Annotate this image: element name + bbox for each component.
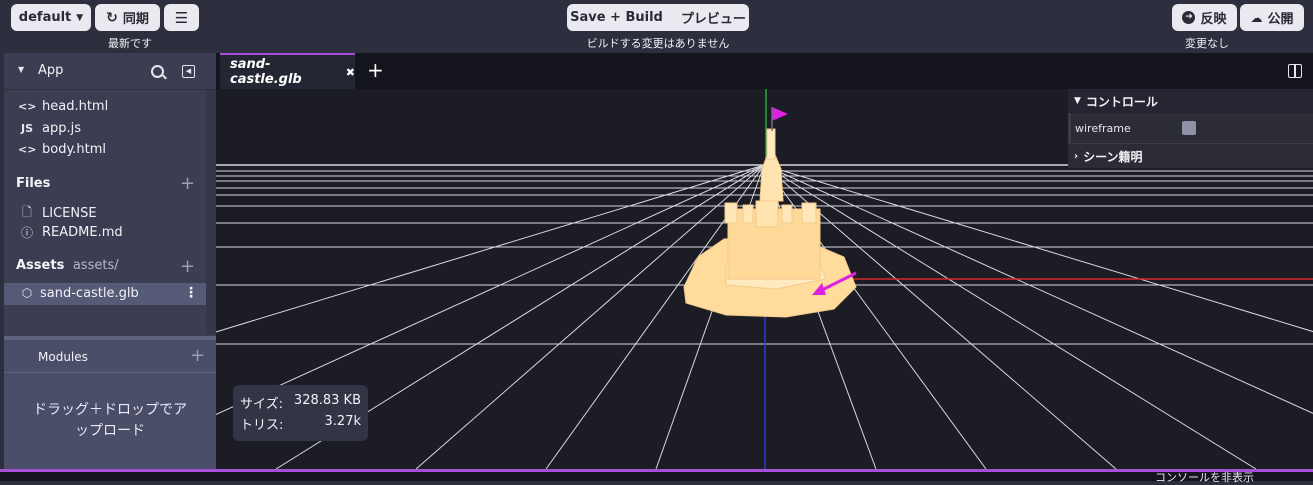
assets-section-title: Assets assets/ [16,258,119,273]
top-toolbar: default ▼ ↻ 同期 ☰ 最新です Save + Build プレビュー… [0,0,1313,52]
tris-value: 3.27k [324,414,361,429]
file-item-license[interactable]: 🗋 LICENSE [18,203,97,224]
tab-label: sand-castle.glb [230,57,302,87]
sidebar-divider [4,89,216,90]
file-name: head.html [42,99,109,114]
branch-dropdown[interactable]: default ▼ [11,4,91,31]
publish-button[interactable]: ☁ 公開 [1240,4,1304,31]
file-item-head-html[interactable]: <> head.html [18,99,108,114]
collapse-panel-icon[interactable]: ◀ [182,65,195,78]
add-module-icon[interactable]: + [190,347,205,365]
file-name: body.html [42,142,107,157]
modules-title: Modules [38,350,88,364]
controls-title: コントロール [1085,94,1158,109]
publish-status: 変更なし [1185,37,1229,50]
drop-hint-line2: ップロード [75,423,145,439]
arrow-circle-icon: ➜ [1182,11,1196,24]
more-options-icon[interactable]: ⋮ [184,285,198,301]
model-info-box: サイズ: 328.83 KB トリス: 3.27k [233,385,368,441]
js-icon: JS [20,122,33,135]
menu-button[interactable]: ☰ [164,4,199,31]
upload-drop-zone[interactable]: ドラッグ＋ドロップでア ップロード [18,400,202,442]
sync-button[interactable]: ↻ 同期 [95,4,160,31]
file-item-readme[interactable]: ⓘ README.md [18,224,123,241]
modules-divider [4,372,216,373]
wireframe-row: wireframe [1068,113,1313,143]
wireframe-label: wireframe [1075,121,1131,135]
modules-panel: Modules + ドラッグ＋ドロップでア ップロード [4,336,216,469]
console-bar[interactable]: コンソールを非表示 [0,469,1313,484]
size-value: 328.83 KB [293,393,361,408]
sync-icon: ↻ [106,9,118,26]
file-name: README.md [42,225,123,240]
wireframe-checkbox[interactable] [1182,121,1196,135]
code-icon: <> [18,100,37,113]
search-icon-handle [162,74,167,80]
hamburger-icon: ☰ [174,8,189,27]
asset-name: sand-castle.glb [40,286,139,301]
modules-top-border [4,336,216,340]
editor-tab-bar: sand-castle.glb ✖ + [216,53,1313,89]
new-tab-icon[interactable]: + [367,58,384,82]
orientation-flag-icon [772,107,788,121]
app-title: App [38,63,64,78]
size-label: サイズ: [240,397,283,412]
tris-label: トリス: [240,418,284,433]
app-section-header[interactable]: ▼ App ◀ [4,53,216,89]
file-name: LICENSE [42,206,97,221]
sync-label: 同期 [122,12,149,27]
controls-header[interactable]: ▼ コントロール [1068,89,1313,113]
add-file-icon[interactable]: + [180,175,195,193]
hide-console-button[interactable]: コンソールを非表示 [1155,469,1254,485]
tab-sand-castle-glb[interactable]: sand-castle.glb ✖ [220,53,355,89]
revert-button[interactable]: ➜ 反映 [1172,4,1237,31]
revert-label: 反映 [1200,12,1227,27]
asset-item-sand-castle[interactable]: ⬡ sand-castle.glb ⋮ [4,283,206,305]
sidebar: ▼ App ◀ <> head.html JS app.js <> body.h… [4,53,216,469]
file-list-scrollbar[interactable] [206,90,216,335]
split-view-icon[interactable] [1288,64,1302,78]
assets-title: Assets [16,258,65,273]
file-name: app.js [42,121,81,136]
file-item-app-js[interactable]: JS app.js [18,121,81,136]
build-status: ビルドする変更はありません [586,37,730,50]
save-build-button[interactable]: Save + Build [570,10,663,25]
preview-button[interactable]: プレビュー [681,8,746,27]
chevron-down-icon: ▼ [76,12,84,23]
cloud-upload-icon: ☁ [1250,10,1263,25]
chevron-right-icon: › [1074,150,1079,162]
files-section-title: Files [16,176,51,191]
code-icon: <> [18,143,37,156]
publish-label: 公開 [1267,12,1294,27]
info-icon: ⓘ [20,226,33,240]
split-view-divider [1294,65,1296,77]
cube-icon: ⬡ [21,286,33,300]
assets-path: assets/ [72,258,119,273]
caret-down-icon: ▼ [18,65,25,74]
chevron-down-icon: ▼ [1074,96,1081,106]
add-asset-icon[interactable]: + [180,258,195,276]
close-icon[interactable]: ✖ [346,66,355,79]
controls-panel: ▼ コントロール wireframe › シーン籍明 [1068,89,1313,168]
file-icon: 🗋 [22,205,32,219]
scene-info-title: シーン籍明 [1083,149,1143,164]
scene-info-header[interactable]: › シーン籍明 [1068,143,1313,168]
branch-label: default [18,10,72,25]
drop-hint-line1: ドラッグ＋ドロップでア [33,402,187,418]
sync-status: 最新です [108,37,152,50]
build-preview-group: Save + Build プレビュー [567,4,749,31]
file-item-body-html[interactable]: <> body.html [18,142,106,157]
